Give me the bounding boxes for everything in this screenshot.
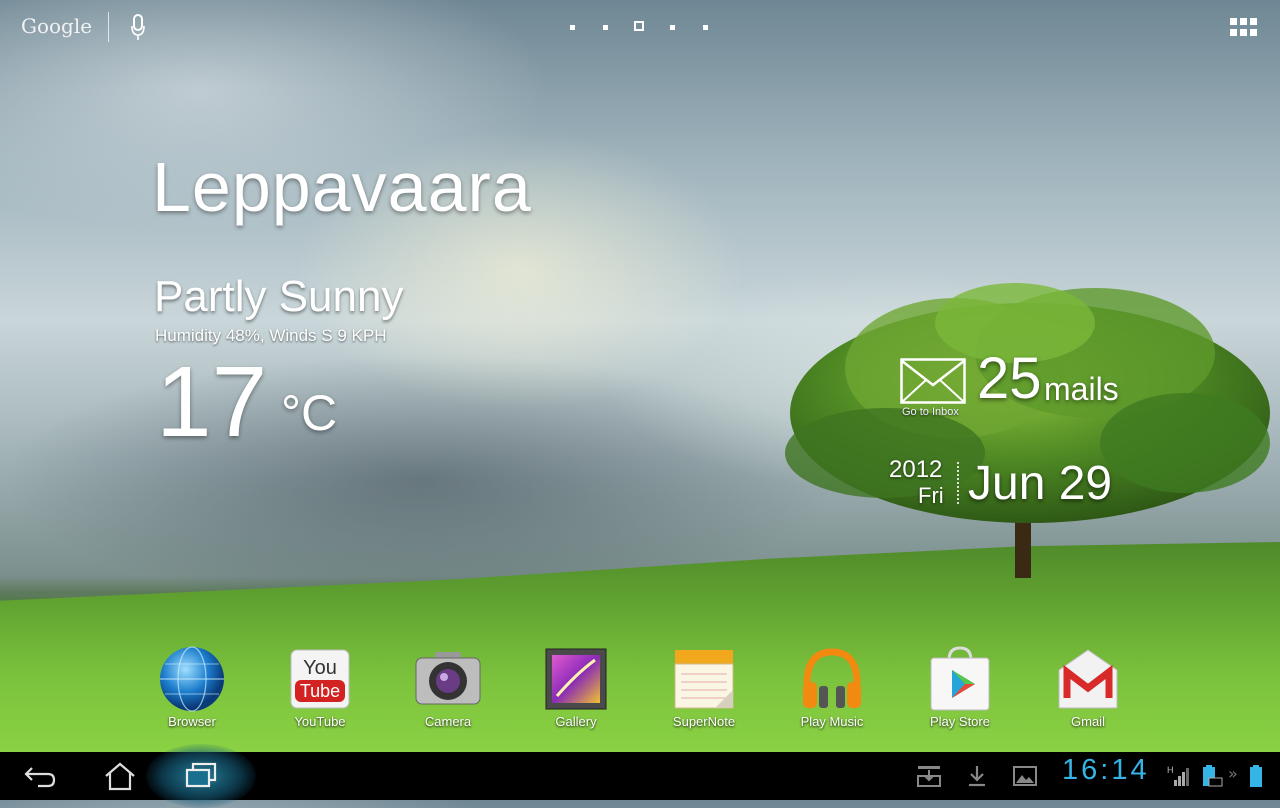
mail-count: 25	[977, 346, 1042, 411]
battery-icon	[1250, 765, 1262, 787]
dock-app-camera[interactable]: Camera	[393, 644, 503, 729]
date-separator	[957, 462, 959, 504]
home-icon[interactable]	[96, 758, 144, 794]
page-dot	[670, 25, 675, 30]
dock-app-browser[interactable]: Browser	[137, 644, 247, 729]
page-indicator	[565, 20, 715, 36]
notepad-icon	[674, 650, 734, 709]
page-dot	[603, 25, 608, 30]
all-apps-icon[interactable]	[1230, 18, 1258, 38]
weather-temperature: 17	[156, 346, 268, 458]
signal-strength-icon: H	[1167, 765, 1189, 786]
gallery-icon	[545, 648, 607, 710]
download-tray-icon[interactable]	[916, 764, 942, 788]
dock-app-play-store[interactable]: Play Store	[905, 644, 1015, 729]
dock-app-gallery[interactable]: Gallery	[521, 644, 631, 729]
voice-search-icon[interactable]	[130, 14, 146, 42]
dock-label: Gmail	[1071, 714, 1105, 729]
page-dot-active	[634, 21, 644, 31]
dock-label: Play Store	[930, 714, 990, 729]
camera-icon	[415, 652, 481, 705]
dock-app-play-music[interactable]: Play Music	[777, 644, 887, 729]
envelope-icon	[900, 358, 966, 404]
dock-label: SuperNote	[672, 714, 736, 729]
date-weekday: Fri	[918, 483, 944, 508]
gmail-icon	[1058, 649, 1118, 709]
recent-apps-icon[interactable]	[177, 758, 225, 794]
dock-label: YouTube	[294, 714, 346, 729]
dock-app-gmail[interactable]: Gmail	[1033, 644, 1143, 729]
dock-label: Camera	[424, 714, 472, 729]
go-to-inbox-link[interactable]: Go to Inbox	[902, 406, 959, 418]
screenshot-image-icon[interactable]	[1012, 764, 1038, 788]
keyboard-battery-icon	[1203, 765, 1223, 787]
mail-label: mails	[1044, 371, 1119, 407]
page-dot	[570, 25, 575, 30]
google-search-button[interactable]: Google	[21, 14, 92, 38]
search-divider	[108, 12, 109, 42]
globe-icon	[160, 646, 224, 712]
chevron-right-icon: »	[1228, 764, 1238, 783]
youtube-logo-tube: Tube	[300, 681, 340, 701]
weather-details: Humidity 48%, Winds S 9 KPH	[155, 326, 387, 345]
back-icon[interactable]	[16, 758, 64, 794]
dock-label: Gallery	[555, 714, 597, 729]
dock-app-supernote[interactable]: SuperNote	[649, 644, 759, 729]
date-main: Jun 29	[968, 457, 1113, 510]
youtube-logo-you: You	[303, 657, 337, 679]
weather-condition: Partly Sunny	[154, 272, 404, 321]
headphones-icon	[803, 648, 861, 708]
network-type: H	[1167, 765, 1174, 775]
dock-app-youtube[interactable]: You Tube YouTube	[265, 644, 375, 729]
shopping-bag-icon	[930, 646, 990, 711]
page-dot	[703, 25, 708, 30]
weather-unit: °C	[281, 385, 338, 441]
youtube-icon: You Tube	[290, 649, 350, 709]
weather-city: Leppavaara	[152, 148, 532, 226]
date-year: 2012	[889, 456, 943, 483]
tree-illustration	[785, 283, 1270, 578]
dock-label: Browser	[168, 714, 216, 729]
status-clock[interactable]: 16:14	[1062, 756, 1150, 785]
dock-label: Play Music	[800, 714, 864, 729]
download-icon[interactable]	[964, 764, 990, 788]
